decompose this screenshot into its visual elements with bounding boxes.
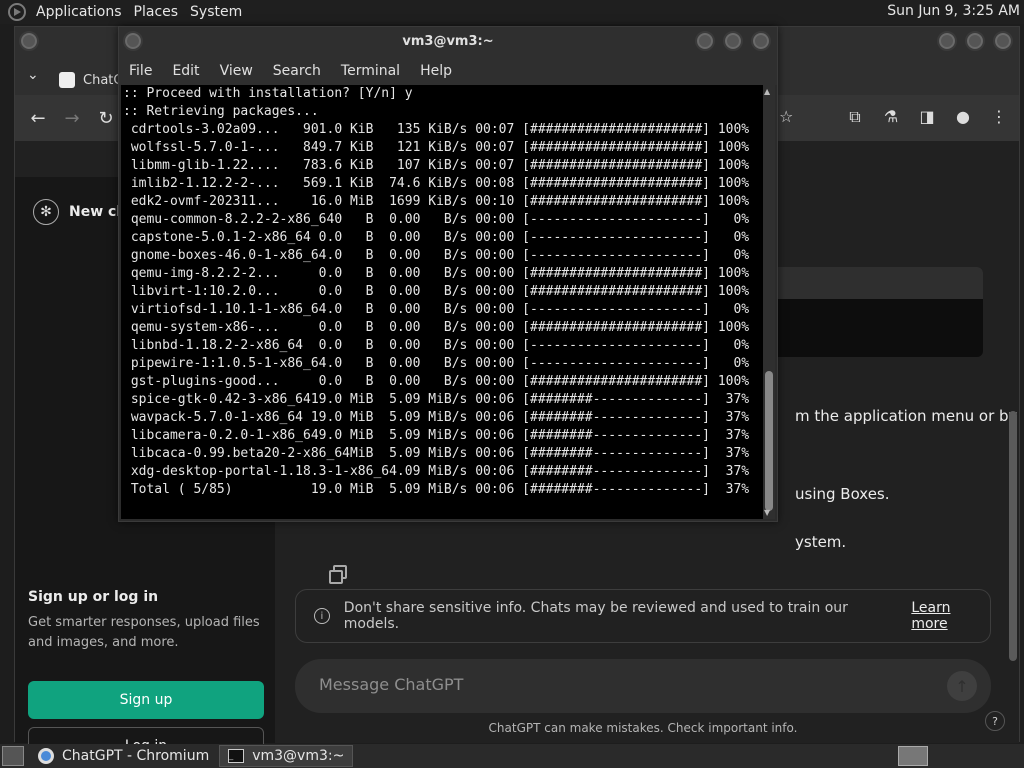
tab-search-chevron-icon[interactable]: ⌄ (27, 67, 39, 83)
back-arrow-icon[interactable]: ← (21, 108, 55, 129)
terminal-window: vm3@vm3:~ File Edit View Search Terminal… (118, 26, 778, 522)
info-icon: i (314, 608, 330, 624)
copy-icon[interactable] (329, 565, 347, 584)
terminal-line: xdg-desktop-portal-1.18.3-1-x86_64.09 Mi… (123, 464, 750, 479)
taskbar-item-terminal[interactable]: _ vm3@vm3:~ (219, 745, 354, 767)
terminal-line: gst-plugins-good... 0.0 B 0.00 B/s 00:00… (123, 374, 750, 389)
scroll-down-arrow-icon[interactable]: ▼ (764, 508, 770, 517)
signup-title: Sign up or log in (28, 589, 159, 605)
menu-help[interactable]: Help (410, 63, 462, 79)
message-composer: ↑ (295, 659, 991, 713)
sign-up-button[interactable]: Sign up (28, 681, 264, 719)
terminal-line: :: Retrieving packages... (123, 104, 319, 119)
new-chat-button[interactable]: ✻ New ch (33, 199, 126, 225)
minimize-button[interactable] (695, 31, 715, 51)
menu-terminal[interactable]: Terminal (331, 63, 410, 79)
places-menu[interactable]: Places (128, 4, 185, 20)
terminal-line: gnome-boxes-46.0-1-x86_64.0 B 0.00 B/s 0… (123, 248, 750, 263)
terminal-line: edk2-ovmf-202311... 16.0 MiB 1699 KiB/s … (123, 194, 750, 209)
terminal-line: pipewire-1:1.0.5-1-x86_64.0 B 0.00 B/s 0… (123, 356, 750, 371)
taskbar-item-chromium[interactable]: ChatGPT - Chromium (30, 745, 217, 767)
response-text-line-2: using Boxes. (795, 485, 890, 503)
terminal-line: libvirt-1:10.2.0... 0.0 B 0.00 B/s 00:00… (123, 284, 750, 299)
tab-chatgpt[interactable]: ChatG (59, 65, 123, 95)
message-input[interactable] (319, 675, 919, 694)
toolbar-icons: ⧉ ⚗ ◨ ● ⋮ (845, 107, 1009, 127)
bottom-taskbar: ChatGPT - Chromium _ vm3@vm3:~ (0, 744, 1024, 768)
distro-logo-icon[interactable] (8, 3, 26, 21)
chromium-window-controls (937, 31, 1013, 51)
page-scrollbar[interactable] (1009, 411, 1017, 661)
taskbar-item-label: ChatGPT - Chromium (62, 748, 210, 764)
terminal-line: :: Proceed with installation? [Y/n] y (123, 86, 413, 101)
applications-menu[interactable]: Applications (30, 4, 128, 20)
window-menu-button[interactable] (19, 31, 39, 51)
chatgpt-favicon-icon (59, 72, 75, 88)
terminal-menubar: File Edit View Search Terminal Help (119, 57, 777, 85)
terminal-window-controls (695, 31, 771, 51)
extensions-icon[interactable]: ⧉ (845, 107, 865, 127)
chromium-icon (38, 748, 54, 764)
panel-clock[interactable]: Sun Jun 9, 3:25 AM (887, 3, 1020, 19)
terminal-window-menu (123, 31, 143, 51)
terminal-line: wolfssl-5.7.0-1-... 849.7 KiB 121 KiB/s … (123, 140, 750, 155)
minimize-button[interactable] (937, 31, 957, 51)
top-panel: Applications Places System Sun Jun 9, 3:… (0, 0, 1024, 24)
terminal-line: wavpack-5.7.0-1-x86_64 19.0 MiB 5.09 MiB… (123, 410, 750, 425)
system-menu[interactable]: System (184, 4, 248, 20)
taskbar-item-label: vm3@vm3:~ (252, 748, 345, 764)
learn-more-link[interactable]: Learn more (911, 600, 990, 632)
menu-search[interactable]: Search (263, 63, 331, 79)
terminal-line: qemu-img-8.2.2-2... 0.0 B 0.00 B/s 00:00… (123, 266, 750, 281)
forward-arrow-icon[interactable]: → (55, 108, 89, 129)
close-button[interactable] (993, 31, 1013, 51)
terminal-line: libnbd-1.18.2-2-x86_64 0.0 B 0.00 B/s 00… (123, 338, 750, 353)
terminal-scroll-thumb[interactable] (765, 371, 773, 511)
terminal-output[interactable]: :: Proceed with installation? [Y/n] y:: … (121, 85, 765, 519)
menu-edit[interactable]: Edit (162, 63, 209, 79)
signup-description: Get smarter responses, upload files and … (28, 615, 260, 650)
response-text-line-1: m the application menu or by (795, 407, 1018, 425)
panel-menus: Applications Places System (30, 0, 248, 24)
chromium-window-menu (19, 31, 39, 51)
terminal-line: imlib2-1.12.2-2-... 569.1 KiB 74.6 KiB/s… (123, 176, 750, 191)
terminal-line: qemu-common-8.2.2-2-x86_640 B 0.00 B/s 0… (123, 212, 750, 227)
menu-file[interactable]: File (119, 63, 162, 79)
terminal-line: cdrtools-3.02a09... 901.0 KiB 135 KiB/s … (123, 122, 750, 137)
terminal-line: libmm-glib-1.22.... 783.6 KiB 107 KiB/s … (123, 158, 750, 173)
side-panel-icon[interactable]: ◨ (917, 107, 937, 127)
scroll-up-arrow-icon[interactable]: ▲ (764, 87, 770, 96)
send-arrow-icon[interactable]: ↑ (947, 671, 977, 701)
help-button[interactable]: ? (985, 711, 1005, 731)
terminal-line: capstone-5.0.1-2-x86_64 0.0 B 0.00 B/s 0… (123, 230, 750, 245)
bookmark-star-icon[interactable]: ☆ (779, 107, 793, 126)
window-menu-button[interactable] (123, 31, 143, 51)
close-button[interactable] (751, 31, 771, 51)
maximize-button[interactable] (965, 31, 985, 51)
terminal-line: libcaca-0.99.beta20-2-x86_64MiB 5.09 MiB… (123, 446, 750, 461)
terminal-line: Total ( 5/85) 19.0 MiB 5.09 MiB/s 00:06 … (123, 482, 750, 497)
response-text-line-3: ystem. (795, 533, 847, 551)
profile-icon[interactable]: ● (953, 107, 973, 127)
chatgpt-logo-icon: ✻ (33, 199, 59, 225)
more-menu-icon[interactable]: ⋮ (989, 107, 1009, 127)
labs-flask-icon[interactable]: ⚗ (881, 107, 901, 127)
notice-text: Don't share sensitive info. Chats may be… (343, 600, 848, 632)
disclaimer-text: ChatGPT can make mistakes. Check importa… (488, 721, 798, 735)
terminal-line: virtiofsd-1.10.1-1-x86_64.0 B 0.00 B/s 0… (123, 302, 750, 317)
workspace-switcher[interactable] (898, 746, 928, 766)
maximize-button[interactable] (723, 31, 743, 51)
terminal-scrollbar[interactable]: ▲ ▼ (763, 85, 775, 519)
terminal-icon: _ (228, 749, 245, 763)
privacy-notice: i Don't share sensitive info. Chats may … (295, 589, 991, 643)
show-desktop-icon[interactable] (2, 746, 24, 766)
terminal-line: spice-gtk-0.42-3-x86_6419.0 MiB 5.09 MiB… (123, 392, 750, 407)
terminal-line: libcamera-0.2.0-1-x86_649.0 MiB 5.09 MiB… (123, 428, 750, 443)
terminal-line: qemu-system-x86-... 0.0 B 0.00 B/s 00:00… (123, 320, 750, 335)
terminal-titlebar[interactable]: vm3@vm3:~ (119, 27, 777, 57)
menu-view[interactable]: View (210, 63, 263, 79)
terminal-title: vm3@vm3:~ (402, 34, 494, 49)
